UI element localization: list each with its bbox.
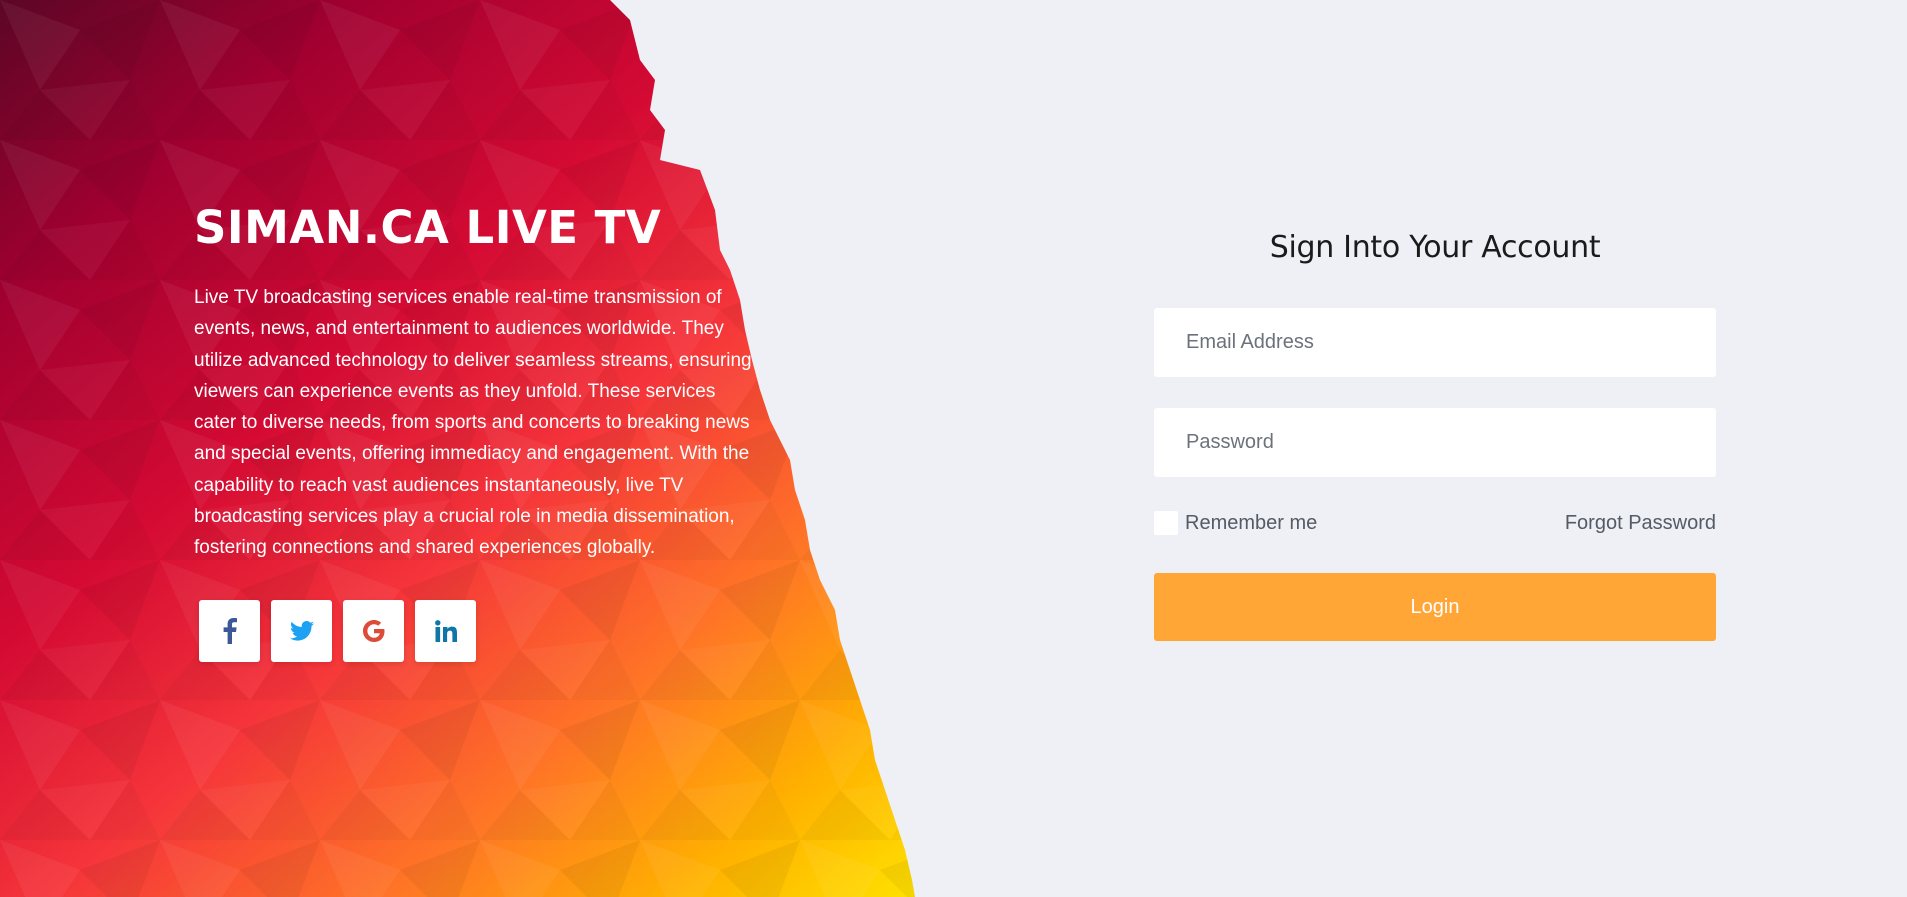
linkedin-icon <box>434 619 457 642</box>
hero-content: SIMAN.CA LIVE TV Live TV broadcasting se… <box>194 200 754 662</box>
facebook-icon <box>223 617 237 644</box>
twitter-icon <box>289 620 314 641</box>
login-options: Remember me Forgot Password <box>1154 507 1716 539</box>
password-input[interactable] <box>1154 408 1716 477</box>
brand-description: Live TV broadcasting services enable rea… <box>194 287 752 559</box>
linkedin-button[interactable] <box>415 599 476 662</box>
remember-me-checkbox[interactable] <box>1154 511 1178 535</box>
twitter-button[interactable] <box>271 599 332 662</box>
remember-me-label: Remember me <box>1185 511 1318 534</box>
forgot-password-link[interactable]: Forgot Password <box>1565 512 1716 535</box>
brand-title: SIMAN.CA LIVE TV <box>194 201 662 254</box>
login-form: Sign Into Your Account Remember me Forgo… <box>1154 226 1716 641</box>
login-title: Sign Into Your Account <box>1269 230 1601 265</box>
login-page: SIMAN.CA LIVE TV Live TV broadcasting se… <box>0 0 1907 897</box>
google-icon <box>362 619 384 642</box>
login-button[interactable]: Login <box>1154 573 1716 641</box>
remember-me[interactable]: Remember me <box>1154 511 1317 535</box>
facebook-button[interactable] <box>199 599 260 662</box>
email-input[interactable] <box>1154 308 1716 377</box>
google-button[interactable] <box>343 599 404 662</box>
social-links <box>199 599 754 662</box>
